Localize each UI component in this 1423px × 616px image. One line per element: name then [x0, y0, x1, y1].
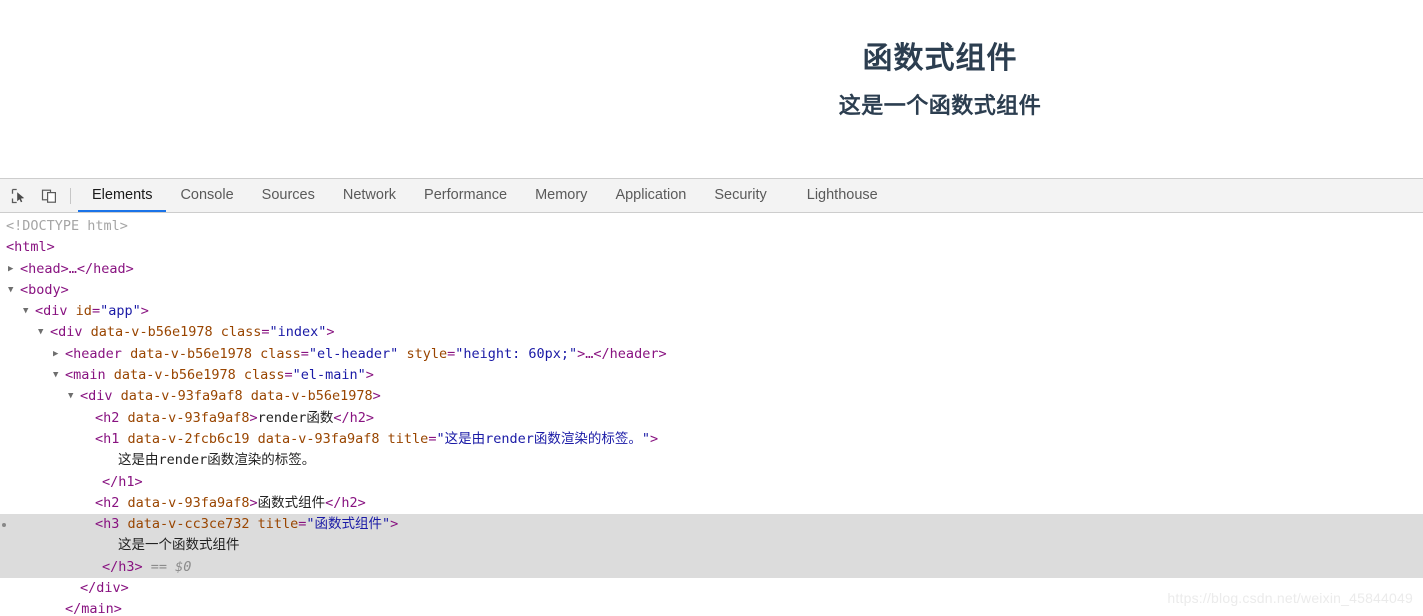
- div-app-value: "app": [100, 303, 141, 320]
- tab-performance[interactable]: Performance: [410, 179, 521, 212]
- h1-attr-scope-b: data-v-93fa9af8: [257, 430, 380, 447]
- dom-line-h1-close[interactable]: </h1>: [0, 472, 1423, 493]
- tab-security[interactable]: Security: [700, 179, 780, 212]
- dom-line-h3-close[interactable]: </h3> == $0: [0, 556, 1423, 579]
- dom-line-h3-open-selected[interactable]: <h3 data-v-cc3ce732 title="函数式组件">: [0, 514, 1423, 536]
- main-attr-class: class: [243, 367, 285, 384]
- div-close-tag: </div>: [80, 580, 129, 597]
- selected-node-reference: == $0: [150, 558, 192, 575]
- dom-line-header[interactable]: ▶ <header data-v-b56e1978 class="el-heade…: [0, 344, 1423, 365]
- h3-title-value: "函数式组件": [306, 516, 391, 533]
- tab-elements[interactable]: Elements: [78, 179, 167, 212]
- devtools-panel: Elements Console Sources Network Perform…: [0, 178, 1423, 616]
- div-app-tag: div: [43, 303, 68, 320]
- h2-component-tag: h2: [103, 494, 120, 511]
- h1-attr-scope-a: data-v-2fcb6c19: [127, 430, 250, 447]
- page-viewport: 函数式组件 这是一个函数式组件: [0, 0, 1423, 178]
- h2-component-text: 函数式组件: [257, 494, 326, 511]
- h1-close-tag: </h1>: [102, 473, 143, 490]
- dom-line-head[interactable]: ▶ <head>…</head>: [0, 259, 1423, 280]
- div-inner-attr-scope-a: data-v-93fa9af8: [120, 388, 243, 405]
- div-index-tag: div: [58, 324, 83, 341]
- h2-render-close: </h2>: [333, 409, 375, 426]
- div-index-attr-class: class: [220, 324, 262, 341]
- body-tag: <body>: [20, 281, 69, 298]
- header-tag: header: [73, 345, 122, 362]
- tab-network[interactable]: Network: [329, 179, 410, 212]
- tab-lighthouse[interactable]: Lighthouse: [793, 179, 892, 212]
- chevron-down-icon[interactable]: ▼: [8, 280, 13, 301]
- h1-title-value: "这是由render函数渲染的标签。": [436, 430, 650, 447]
- device-toolbar-icon[interactable]: [36, 183, 62, 209]
- h2-render-tag: h2: [103, 409, 120, 426]
- tab-console[interactable]: Console: [166, 179, 247, 212]
- header-style-value: "height: 60px;": [455, 345, 578, 362]
- main-class-value: "el-main": [292, 367, 366, 384]
- chevron-down-icon[interactable]: ▼: [53, 365, 58, 386]
- chevron-right-icon[interactable]: ▶: [8, 259, 13, 280]
- dom-line-h2-component[interactable]: <h2 data-v-93fa9af8>函数式组件</h2>: [0, 493, 1423, 514]
- h1-tag: h1: [103, 430, 120, 447]
- dom-line-h1-open[interactable]: <h1 data-v-2fcb6c19 data-v-93fa9af8 titl…: [0, 429, 1423, 450]
- tab-application[interactable]: Application: [601, 179, 700, 212]
- toolbar-divider: [70, 187, 71, 204]
- header-attr-class: class: [260, 345, 301, 362]
- tab-memory[interactable]: Memory: [521, 179, 601, 212]
- h1-attr-title: title: [387, 430, 429, 447]
- header-attr-scope: data-v-b56e1978: [130, 345, 252, 362]
- chevron-down-icon[interactable]: ▼: [38, 322, 43, 343]
- header-class-value: "el-header": [308, 345, 399, 362]
- dom-line-html-open[interactable]: <html>: [0, 237, 1423, 258]
- h3-attr-title: title: [257, 516, 299, 533]
- doctype-text: <!DOCTYPE html>: [6, 218, 128, 234]
- h2-component-close: </h2>: [325, 494, 366, 511]
- dom-tree[interactable]: <!DOCTYPE html> <html> ▶ <head>…</head> ▼…: [0, 213, 1423, 616]
- h1-text-node: 这是由render函数渲染的标签。: [118, 452, 316, 469]
- head-tag: <head>…</head>: [20, 260, 134, 277]
- main-attr-scope: data-v-b56e1978: [113, 367, 236, 384]
- h3-tag: h3: [103, 516, 120, 533]
- dom-line-doctype[interactable]: <!DOCTYPE html>: [0, 216, 1423, 237]
- html-tag: <html>: [6, 239, 55, 256]
- dom-line-main[interactable]: ▼ <main data-v-b56e1978 class="el-main">: [0, 365, 1423, 386]
- div-app-attr-id: id: [75, 303, 92, 320]
- h3-text-node: 这是一个函数式组件: [118, 537, 240, 554]
- dom-line-div-index[interactable]: ▼ <div data-v-b56e1978 class="index">: [0, 322, 1423, 343]
- dom-line-h1-text[interactable]: 这是由render函数渲染的标签。: [0, 450, 1423, 471]
- div-inner-tag: div: [88, 388, 113, 405]
- div-index-class-value: "index": [269, 324, 327, 341]
- chevron-right-icon[interactable]: ▶: [53, 344, 58, 365]
- dom-line-h3-text[interactable]: 这是一个函数式组件: [0, 535, 1423, 557]
- tab-group-divider: [781, 179, 793, 212]
- watermark-text: https://blog.csdn.net/weixin_45844049: [1167, 590, 1413, 606]
- devtools-toolbar: Elements Console Sources Network Perform…: [0, 179, 1423, 213]
- breakpoint-marker-icon: [2, 523, 6, 528]
- header-close-tag: …</header>: [585, 345, 667, 362]
- dom-line-body-open[interactable]: ▼ <body>: [0, 280, 1423, 301]
- h3-attr-scope: data-v-cc3ce732: [127, 516, 250, 533]
- tab-sources[interactable]: Sources: [248, 179, 329, 212]
- page-title-heading: 函数式组件: [862, 42, 1018, 75]
- chevron-down-icon[interactable]: ▼: [68, 386, 73, 407]
- dom-line-div-app[interactable]: ▼ <div id="app">: [0, 301, 1423, 322]
- h2-render-text: render函数: [257, 409, 334, 426]
- div-inner-attr-scope-b: data-v-b56e1978: [250, 388, 373, 405]
- chevron-down-icon[interactable]: ▼: [23, 301, 28, 322]
- dom-line-div-inner[interactable]: ▼ <div data-v-93fa9af8 data-v-b56e1978>: [0, 386, 1423, 407]
- main-tag: main: [73, 367, 106, 384]
- inspect-element-icon[interactable]: [6, 183, 32, 209]
- div-index-attr-scope: data-v-b56e1978: [90, 324, 213, 341]
- page-subtitle-heading: 这是一个函数式组件: [838, 93, 1042, 118]
- header-attr-style: style: [406, 345, 448, 362]
- dom-line-h2-render[interactable]: <h2 data-v-93fa9af8>render函数</h2>: [0, 408, 1423, 429]
- h2-render-attr-scope: data-v-93fa9af8: [127, 409, 250, 426]
- devtools-tab-bar: Elements Console Sources Network Perform…: [78, 179, 892, 212]
- h3-close-tag: </h3>: [102, 558, 143, 575]
- h2-component-attr-scope: data-v-93fa9af8: [127, 494, 250, 511]
